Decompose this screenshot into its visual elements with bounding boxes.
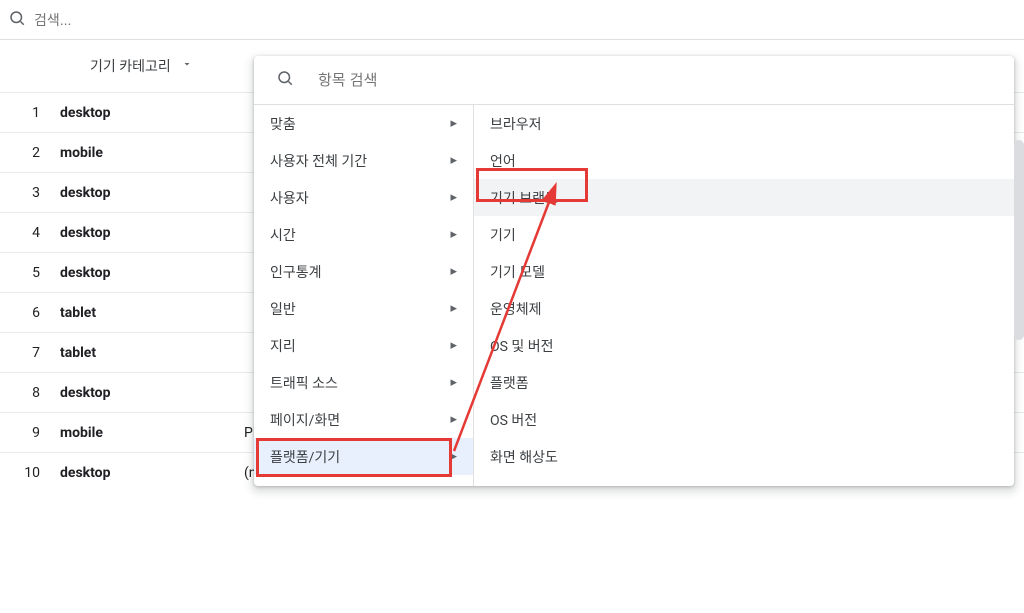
item-label: 기기 브랜드	[490, 188, 558, 208]
row-index: 7	[0, 345, 60, 361]
dimension-value-item[interactable]: 스트림 이름	[474, 475, 1014, 486]
dimension-picker-popover: 맞춤 ▸ 사용자 전체 기간 ▸ 사용자 ▸ 시간 ▸ 인구통계 ▸ 일반 ▸ 지리 ▸ 트래…	[254, 56, 1014, 486]
item-label: 일반	[270, 299, 296, 319]
popover-search-input[interactable]	[318, 72, 992, 89]
item-label: OS 버전	[490, 410, 537, 430]
dimension-value-item-device-brand[interactable]: 기기 브랜드	[474, 179, 1014, 216]
popover-body: 맞춤 ▸ 사용자 전체 기간 ▸ 사용자 ▸ 시간 ▸ 인구통계 ▸ 일반 ▸ 지리 ▸ 트래…	[254, 104, 1014, 486]
row-index: 9	[0, 425, 60, 441]
item-label: 브라우저	[490, 114, 542, 134]
dimension-category-item[interactable]: 사용자 ▸	[254, 179, 473, 216]
item-label: OS 및 버전	[490, 336, 554, 356]
row-category: mobile	[60, 145, 244, 161]
row-category: desktop	[60, 265, 244, 281]
row-category: desktop	[60, 185, 244, 201]
item-label: 페이지/화면	[270, 410, 340, 430]
chevron-right-icon: ▸	[450, 412, 457, 427]
item-label: 기기 모델	[490, 262, 545, 282]
chevron-right-icon: ▸	[450, 338, 457, 353]
row-category: mobile	[60, 425, 244, 441]
dimension-value-item[interactable]: OS 및 버전	[474, 327, 1014, 364]
item-label: 운영체제	[490, 299, 542, 319]
dimension-value-item[interactable]: 기기 모델	[474, 253, 1014, 290]
chevron-right-icon: ▸	[450, 301, 457, 316]
dimension-category-item[interactable]: 시간 ▸	[254, 216, 473, 253]
row-category: desktop	[60, 385, 244, 401]
row-category: desktop	[60, 105, 244, 121]
item-label: 사용자 전체 기간	[270, 151, 367, 171]
top-search-input[interactable]	[34, 12, 1016, 28]
dimension-value-item[interactable]: OS 버전	[474, 401, 1014, 438]
row-index: 5	[0, 265, 60, 281]
item-label: 기기	[490, 225, 516, 245]
item-label: 맞춤	[270, 114, 296, 134]
item-label: 트래픽 소스	[270, 373, 338, 393]
row-category: tablet	[60, 345, 244, 361]
dimension-value-item[interactable]: 언어	[474, 142, 1014, 179]
item-label: 지리	[270, 336, 296, 356]
dimension-category-item[interactable]: 지리 ▸	[254, 327, 473, 364]
row-index: 2	[0, 145, 60, 161]
row-index: 4	[0, 225, 60, 241]
item-label: 플랫폼/기기	[270, 447, 340, 467]
row-category: desktop	[60, 225, 244, 241]
chevron-right-icon: ▸	[450, 449, 457, 464]
row-index: 3	[0, 185, 60, 201]
item-label: 시간	[270, 225, 296, 245]
dimension-category-item[interactable]: 페이지/화면 ▸	[254, 401, 473, 438]
dimension-category-item[interactable]: 일반 ▸	[254, 290, 473, 327]
dimension-value-item[interactable]: 플랫폼	[474, 364, 1014, 401]
item-label: 스트림 이름	[490, 484, 558, 487]
chevron-right-icon: ▸	[450, 190, 457, 205]
row-category: tablet	[60, 305, 244, 321]
dimension-selector-label[interactable]: 기기 카테고리	[90, 56, 171, 76]
item-label: 언어	[490, 151, 516, 171]
row-index: 10	[0, 465, 60, 481]
dimension-category-item[interactable]: 인구통계 ▸	[254, 253, 473, 290]
top-search-bar	[0, 0, 1024, 40]
dimension-value-item[interactable]: 브라우저	[474, 105, 1014, 142]
dimension-category-item[interactable]: 맞춤 ▸	[254, 105, 473, 142]
chevron-right-icon: ▸	[450, 375, 457, 390]
search-icon	[276, 69, 294, 91]
row-index: 6	[0, 305, 60, 321]
row-index: 8	[0, 385, 60, 401]
dimension-value-list: 브라우저 언어 기기 브랜드 기기 기기 모델 운영체제 OS 및 버전 플랫폼…	[474, 105, 1014, 486]
popover-search-bar	[254, 56, 1014, 104]
chevron-right-icon: ▸	[450, 264, 457, 279]
chevron-right-icon: ▸	[450, 153, 457, 168]
chevron-right-icon: ▸	[450, 116, 457, 131]
chevron-down-icon[interactable]	[181, 58, 193, 74]
chevron-right-icon: ▸	[450, 227, 457, 242]
item-label: 플랫폼	[490, 373, 529, 393]
item-label: 화면 해상도	[490, 447, 558, 467]
item-label: 인구통계	[270, 262, 322, 282]
dimension-category-item-platform-device[interactable]: 플랫폼/기기 ▸	[254, 438, 473, 475]
scrollbar[interactable]	[1014, 140, 1024, 340]
item-label: 사용자	[270, 188, 309, 208]
dimension-category-item[interactable]: 트래픽 소스 ▸	[254, 364, 473, 401]
dimension-value-item[interactable]: 운영체제	[474, 290, 1014, 327]
row-category: desktop	[60, 465, 244, 481]
row-index: 1	[0, 105, 60, 121]
dimension-category-list: 맞춤 ▸ 사용자 전체 기간 ▸ 사용자 ▸ 시간 ▸ 인구통계 ▸ 일반 ▸ 지리 ▸ 트래…	[254, 105, 474, 486]
dimension-value-item[interactable]: 화면 해상도	[474, 438, 1014, 475]
search-icon	[8, 9, 26, 31]
dimension-value-item[interactable]: 기기	[474, 216, 1014, 253]
dimension-category-item[interactable]: 사용자 전체 기간 ▸	[254, 142, 473, 179]
